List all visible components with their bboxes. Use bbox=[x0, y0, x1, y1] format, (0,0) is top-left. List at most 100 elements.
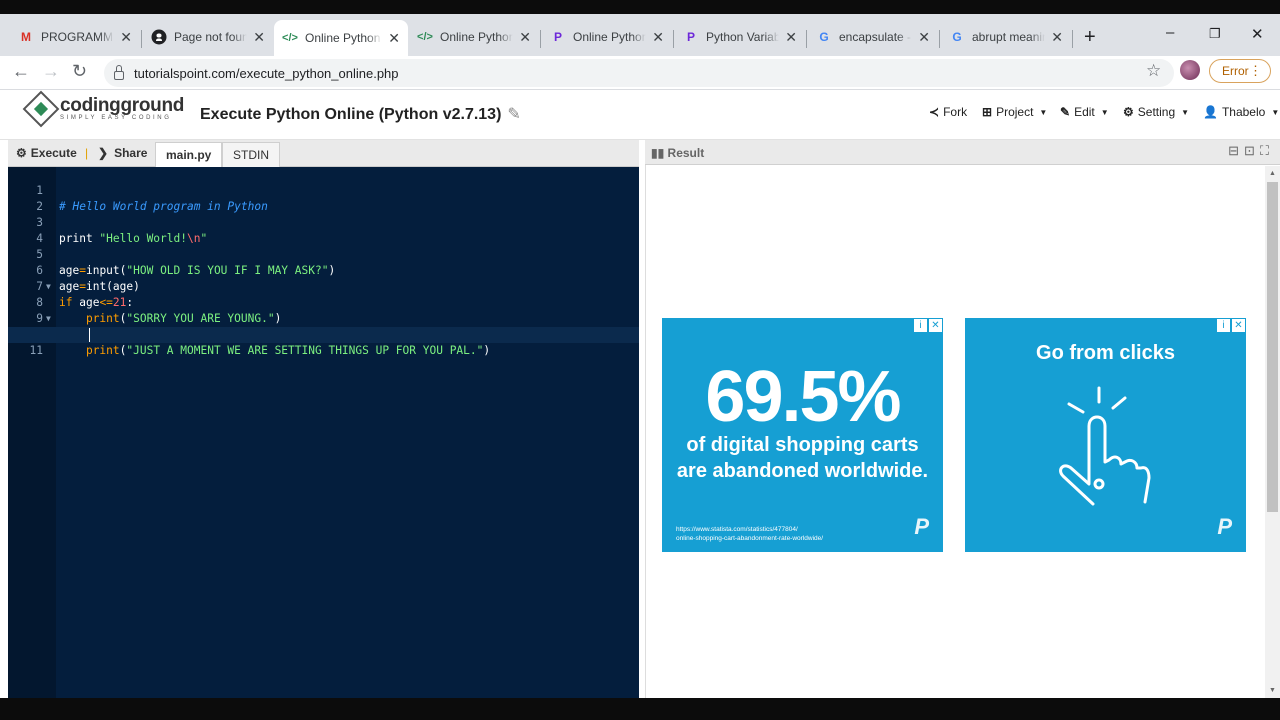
browser-tab-6[interactable]: G encapsulate - G ✕ bbox=[808, 22, 938, 52]
browser-tab-7[interactable]: G abrupt meaning ✕ bbox=[941, 22, 1071, 52]
collapse-icon[interactable]: ⊟ bbox=[1228, 143, 1244, 158]
tab-divider bbox=[673, 30, 674, 48]
top-black-bar bbox=[0, 0, 1280, 14]
close-tab-icon[interactable]: ✕ bbox=[1051, 29, 1063, 46]
github-icon bbox=[151, 29, 167, 45]
browser-tab-1[interactable]: Page not found ✕ bbox=[143, 22, 273, 52]
more-vert-icon[interactable]: ⋮ bbox=[1249, 63, 1262, 79]
ad-info-icon[interactable]: i bbox=[1217, 319, 1230, 332]
url-text[interactable]: tutorialspoint.com/execute_python_online… bbox=[134, 66, 399, 81]
code-line[interactable]: 8 print("SORRY YOU ARE YOUNG.") bbox=[8, 279, 639, 325]
fullscreen-icon[interactable]: ⛶ bbox=[1260, 143, 1274, 158]
expand-icon[interactable]: ⊡ bbox=[1244, 143, 1260, 158]
result-window-controls: ⊟⊡⛶ bbox=[1228, 143, 1274, 159]
browser-tab-4[interactable]: P Online Python ✕ bbox=[542, 22, 672, 52]
close-tab-icon[interactable]: ✕ bbox=[388, 30, 400, 47]
toolbar-separator: | bbox=[85, 146, 89, 160]
file-tab-main-py[interactable]: main.py bbox=[155, 142, 223, 167]
setting-menu[interactable]: ⚙ Setting ▼ bbox=[1123, 105, 1189, 119]
code-line[interactable]: 6 age=int(age) bbox=[8, 247, 639, 293]
ad-close-icon[interactable]: ✕ bbox=[1232, 319, 1245, 332]
caret-down-icon: ▼ bbox=[1039, 107, 1048, 117]
bar-chart-icon: ▮▮ bbox=[651, 146, 668, 160]
error-button[interactable]: Error ⋮ bbox=[1209, 59, 1271, 83]
reload-icon[interactable]: ↻ bbox=[72, 61, 87, 82]
bookmark-star-icon[interactable]: ☆ bbox=[1146, 61, 1161, 81]
ad-info-icon[interactable]: i bbox=[914, 319, 927, 332]
ad-controls: i ✕ bbox=[1215, 319, 1245, 332]
share-button[interactable]: ❯ Share bbox=[98, 146, 147, 160]
ad-big-percent: 69.5% bbox=[705, 357, 901, 437]
url-omnibox[interactable]: tutorialspoint.com/execute_python_online… bbox=[104, 59, 1174, 87]
code-line[interactable]: 5 age=input("HOW OLD IS YOU IF I MAY ASK… bbox=[8, 231, 639, 277]
close-tab-icon[interactable]: ✕ bbox=[120, 29, 132, 46]
user-menu[interactable]: 👤 Thabelo ▼ bbox=[1203, 105, 1279, 119]
scroll-down-icon[interactable]: ▼ bbox=[1269, 687, 1276, 694]
close-tab-icon[interactable]: ✕ bbox=[253, 29, 265, 46]
paypal-logo-icon: P bbox=[1217, 514, 1232, 539]
profile-avatar[interactable] bbox=[1180, 60, 1200, 80]
ad-banner-go-from-clicks[interactable]: i ✕ Go from clicks P bbox=[965, 318, 1246, 552]
sitemap-icon: ⊞ bbox=[982, 105, 993, 119]
close-tab-icon[interactable]: ✕ bbox=[918, 29, 930, 46]
back-icon[interactable]: ← bbox=[12, 61, 30, 82]
codingground-logo[interactable]: codingground SIMPLY EASY CODING bbox=[22, 90, 185, 128]
browser-tab-0[interactable]: M PROGRAMMING ✕ bbox=[10, 22, 140, 52]
ad-headline: Go from clicks bbox=[1036, 342, 1175, 364]
code-line[interactable]: 4 bbox=[8, 215, 639, 245]
code-line[interactable]: 2 bbox=[8, 183, 639, 213]
code-line[interactable]: 1 # Hello World program in Python bbox=[8, 167, 639, 213]
scrollbar-thumb[interactable] bbox=[1267, 182, 1278, 512]
ad-close-icon[interactable]: ✕ bbox=[929, 319, 942, 332]
code-line[interactable]: 9▼ else: bbox=[8, 295, 639, 341]
ad-banner-shopping-carts[interactable]: i ✕ 69.5% of digital shopping carts are a… bbox=[662, 318, 943, 552]
execute-button[interactable]: ⚙ Execute bbox=[16, 146, 77, 160]
restore-button[interactable]: ❐ bbox=[1209, 26, 1221, 42]
close-tab-icon[interactable]: ✕ bbox=[652, 29, 664, 46]
edit-title-icon[interactable]: ✎ bbox=[507, 104, 520, 124]
paypal-logo-icon: P bbox=[914, 514, 929, 539]
code-editor[interactable]: 1 # Hello World program in Python 2 3 pr… bbox=[8, 167, 639, 698]
address-bar: ← → ↻ tutorialspoint.com/execute_python_… bbox=[0, 56, 1280, 90]
tap-hand-icon bbox=[1059, 386, 1151, 506]
code-line[interactable]: 7 ▼ if age<=21: bbox=[8, 263, 639, 309]
brand-tagline: SIMPLY EASY CODING bbox=[60, 115, 172, 121]
browser-tab-strip: M PROGRAMMING ✕ Page not found ✕ </> Onl… bbox=[0, 14, 1280, 56]
screen: M PROGRAMMING ✕ Page not found ✕ </> Onl… bbox=[0, 0, 1280, 720]
caret-down-icon: ▼ bbox=[1181, 107, 1190, 117]
browser-tab-5[interactable]: P Python Variables ✕ bbox=[675, 22, 805, 52]
browser-tab-3[interactable]: </> Online Python ✕ bbox=[409, 22, 539, 52]
tab-divider bbox=[540, 30, 541, 48]
brand-p-icon: P bbox=[553, 30, 562, 44]
forward-icon[interactable]: → bbox=[42, 61, 60, 82]
close-window-button[interactable]: ✕ bbox=[1251, 25, 1264, 43]
code-line[interactable]: 10 print("JUST A MOMENT WE ARE SETTING T… bbox=[8, 311, 639, 357]
new-tab-button[interactable]: + bbox=[1084, 26, 1096, 49]
tab-divider bbox=[141, 30, 142, 48]
edit-menu[interactable]: ✎ Edit ▼ bbox=[1060, 105, 1109, 119]
fork-menu[interactable]: ≺ Fork bbox=[929, 105, 967, 119]
browser-tab-2-active[interactable]: </> Online Python ✕ bbox=[274, 20, 408, 56]
minimize-button[interactable]: – bbox=[1166, 24, 1174, 41]
close-tab-icon[interactable]: ✕ bbox=[785, 29, 797, 46]
result-scrollbar[interactable]: ▲ ▼ bbox=[1265, 166, 1280, 698]
gears-icon: ⚙ bbox=[16, 146, 27, 160]
stdin-tab[interactable]: STDIN bbox=[222, 142, 280, 167]
project-menu[interactable]: ⊞ Project ▼ bbox=[982, 105, 1047, 119]
tab-divider bbox=[1072, 30, 1073, 48]
gmail-icon: M bbox=[21, 30, 31, 44]
code-line-current[interactable]: 11 bbox=[8, 327, 639, 357]
brand-p-icon: P bbox=[686, 30, 695, 44]
app-header: codingground SIMPLY EASY CODING Execute … bbox=[0, 90, 1280, 140]
close-tab-icon[interactable]: ✕ bbox=[519, 29, 531, 46]
scroll-up-icon[interactable]: ▲ bbox=[1269, 170, 1276, 177]
lock-icon[interactable] bbox=[114, 64, 124, 80]
brand-name: codingground bbox=[60, 95, 185, 116]
code-line[interactable]: 3 print "Hello World!\n" bbox=[8, 199, 639, 245]
page-title: Execute Python Online (Python v2.7.13) ✎ bbox=[200, 104, 521, 124]
edit-icon: ✎ bbox=[1060, 105, 1071, 119]
ad-source-url: https://www.statista.com/statistics/4778… bbox=[676, 526, 824, 542]
caret-down-icon: ▼ bbox=[1100, 107, 1109, 117]
user-icon: 👤 bbox=[1203, 105, 1218, 119]
tab-divider bbox=[939, 30, 940, 48]
